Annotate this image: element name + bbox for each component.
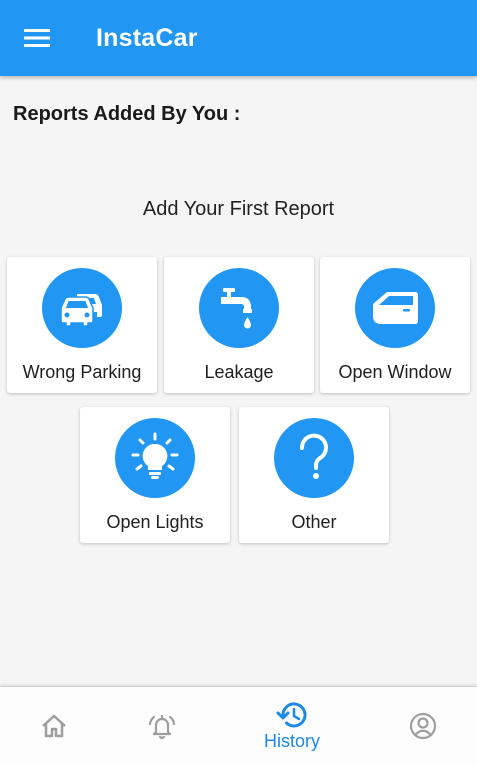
light-bulb-icon xyxy=(131,432,179,479)
nav-item-home[interactable] xyxy=(14,687,94,764)
car-door-window-icon xyxy=(373,292,418,324)
report-card-open-lights[interactable]: Open Lights xyxy=(80,407,230,543)
hamburger-menu-icon xyxy=(24,29,50,47)
report-card-label: Leakage xyxy=(204,362,274,382)
bell-icon xyxy=(148,714,176,740)
home-icon xyxy=(42,714,66,738)
history-icon xyxy=(276,701,307,727)
section-heading: Reports Added By You : xyxy=(13,103,241,125)
nav-label-history: History xyxy=(263,730,320,751)
leaking-tap-icon xyxy=(221,288,252,329)
report-icon-circle xyxy=(274,418,354,498)
report-card-open-window[interactable]: Open Window xyxy=(320,257,470,393)
report-card-label: Other xyxy=(291,512,337,532)
report-icon-circle xyxy=(355,268,435,348)
report-card-label: Open Lights xyxy=(106,512,204,532)
bottom-navigation: History xyxy=(0,686,477,764)
report-card-leakage[interactable]: Leakage xyxy=(164,257,314,393)
account-icon xyxy=(409,712,437,740)
app-screen: InstaCar Reports Added By You : Add Your… xyxy=(0,0,477,764)
question-mark-icon xyxy=(299,433,328,479)
nav-item-notifications[interactable] xyxy=(122,687,202,764)
parked-cars-icon xyxy=(60,294,102,327)
report-icon-circle xyxy=(42,268,122,348)
app-title: InstaCar xyxy=(96,24,198,52)
nav-item-history[interactable]: History xyxy=(252,687,332,764)
report-card-label: Wrong Parking xyxy=(22,362,142,382)
app-bar: InstaCar xyxy=(0,0,477,76)
report-card-label: Open Window xyxy=(338,362,452,382)
nav-item-account[interactable] xyxy=(383,687,463,764)
report-icon-circle xyxy=(115,418,195,498)
menu-button[interactable] xyxy=(14,18,60,58)
report-card-other[interactable]: Other xyxy=(239,407,389,543)
report-icon-circle xyxy=(199,268,279,348)
report-card-wrong-parking[interactable]: Wrong Parking xyxy=(7,257,157,393)
empty-state-title: Add Your First Report xyxy=(142,198,335,220)
